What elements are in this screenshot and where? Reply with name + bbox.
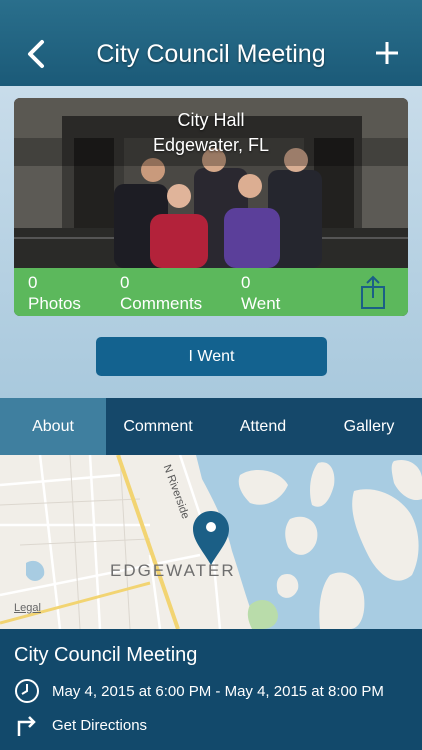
stats-bar: 0 Photos 0 Comments 0 Went xyxy=(14,268,408,316)
stat-label: Comments xyxy=(120,294,203,313)
place-name: City Hall xyxy=(177,110,245,130)
place-city: Edgewater, FL xyxy=(152,135,270,155)
map-pin-icon[interactable] xyxy=(191,511,231,567)
plus-icon[interactable] xyxy=(374,40,400,66)
stat-photos[interactable]: 0 Photos xyxy=(28,272,81,314)
tab-about[interactable]: About xyxy=(0,398,106,455)
clock-icon xyxy=(15,679,39,703)
stat-count: 0 xyxy=(241,273,251,292)
chevron-left-icon[interactable] xyxy=(22,36,52,72)
share-icon[interactable] xyxy=(360,274,386,310)
stat-label: Photos xyxy=(28,294,81,313)
map-legal-link[interactable]: Legal xyxy=(14,602,41,614)
i-went-button[interactable]: I Went xyxy=(96,337,327,376)
tab-comment[interactable]: Comment xyxy=(106,398,210,455)
map-view[interactable]: N Riverside EDGEWATER Legal xyxy=(0,455,422,629)
event-time: May 4, 2015 at 6:00 PM - May 4, 2015 at … xyxy=(52,682,384,700)
event-title: City Council Meeting xyxy=(14,644,198,666)
page-title: City Council Meeting xyxy=(96,40,326,68)
stat-comments[interactable]: 0 Comments xyxy=(120,272,202,314)
stat-went[interactable]: 0 Went xyxy=(241,272,280,314)
get-directions-row[interactable]: Get Directions xyxy=(14,711,147,739)
tab-attend[interactable]: Attend xyxy=(210,398,316,455)
event-info-panel: City Council Meeting May 4, 2015 at 6:00… xyxy=(0,629,422,750)
event-card: City Hall Edgewater, FL 0 Photos 0 Comme… xyxy=(14,98,408,316)
tab-gallery[interactable]: Gallery xyxy=(316,398,422,455)
stat-count: 0 xyxy=(28,273,38,292)
navigation-bar: City Council Meeting xyxy=(0,0,422,86)
stat-label: Went xyxy=(241,294,281,313)
tab-bar: About Comment Attend Gallery xyxy=(0,398,422,455)
get-directions-label[interactable]: Get Directions xyxy=(52,717,147,734)
turn-right-icon xyxy=(17,716,36,736)
stat-count: 0 xyxy=(120,273,130,292)
event-time-row: May 4, 2015 at 6:00 PM - May 4, 2015 at … xyxy=(14,677,384,705)
